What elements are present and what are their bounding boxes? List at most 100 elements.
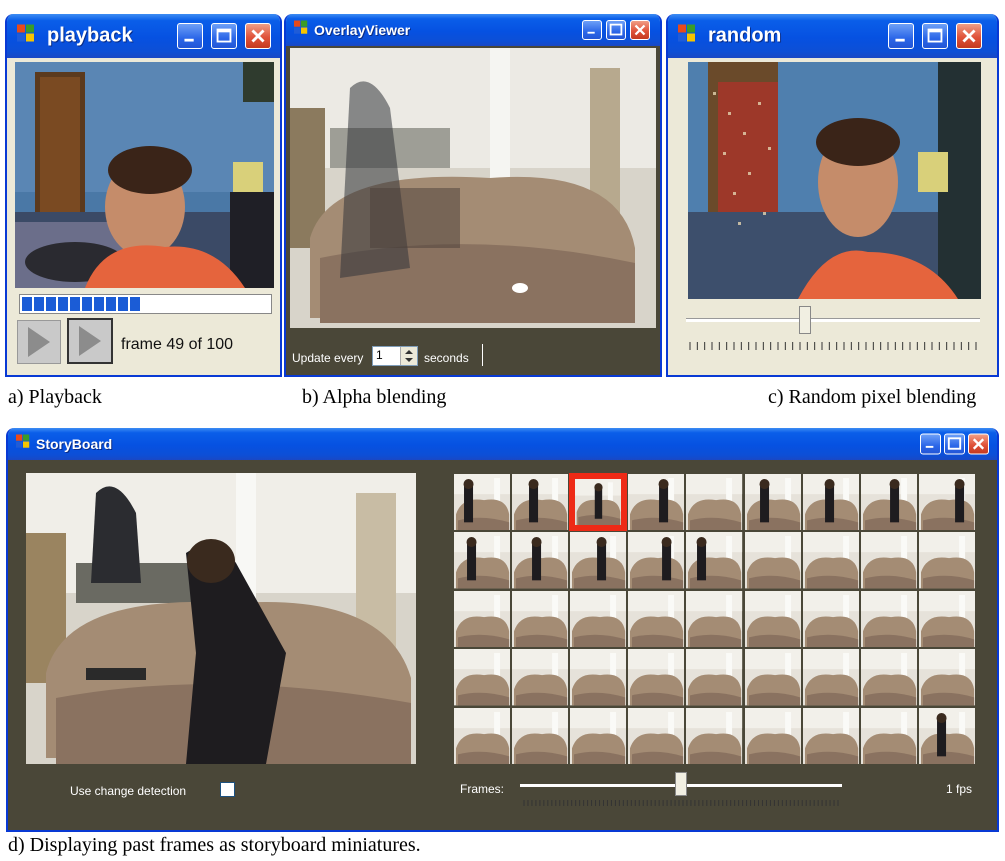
storyboard-thumbnail[interactable] [454,707,511,764]
storyboard-thumbnail[interactable] [570,532,627,589]
window-title: playback [47,24,133,47]
storyboard-thumbnail[interactable] [918,590,975,648]
caption-d: d) Displaying past frames as storyboard … [8,834,421,856]
storyboard-thumbnail[interactable] [454,474,511,531]
progress-block [82,297,92,311]
playback-titlebar[interactable]: playback [7,14,280,58]
minimize-button[interactable] [920,433,941,455]
frames-slider[interactable] [520,772,842,806]
slider-thumb[interactable] [799,306,811,334]
change-detection-label: Use change detection [70,784,187,798]
window-title: OverlayViewer [314,22,411,38]
progress-block [118,297,128,311]
storyboard-thumbnail[interactable] [512,474,569,531]
storyboard-thumbnail[interactable] [860,707,917,764]
minimize-button[interactable] [177,23,203,49]
storyboard-thumbnail[interactable] [918,532,975,589]
play-icon [28,327,50,357]
random-titlebar[interactable]: random [668,14,997,58]
storyboard-thumbnail[interactable] [512,649,569,706]
storyboard-thumbnail[interactable] [628,590,685,648]
storyboard-thumbnail[interactable] [454,590,511,648]
slider-track [686,318,980,322]
frame-counter: frame 49 of 100 [121,336,234,353]
storyboard-thumbnail[interactable] [570,649,627,706]
maximize-button[interactable] [944,433,965,455]
storyboard-thumbnail[interactable] [860,474,917,531]
slider-ticks [523,800,839,806]
close-button[interactable] [956,23,982,49]
maximize-button[interactable] [606,20,626,40]
storyboard-thumbnail[interactable] [628,707,685,764]
progress-bar [19,294,272,314]
minimize-button[interactable] [888,23,914,49]
overlay-client: Update every 1 seconds [286,46,660,375]
storyboard-thumbnail[interactable] [686,474,743,531]
maximize-button[interactable] [211,23,237,49]
storyboard-thumbnail[interactable] [802,532,859,589]
previous-frame-button[interactable] [17,320,61,364]
storyboard-titlebar[interactable]: StoryBoard [8,428,997,460]
storyboard-thumbnail[interactable] [628,649,685,706]
caption-c: c) Random pixel blending [768,386,977,408]
separator [482,344,483,366]
maximize-button[interactable] [922,23,948,49]
storyboard-thumbnail[interactable] [918,707,975,764]
storyboard-thumbnail[interactable] [802,474,859,531]
storyboard-thumbnail[interactable] [860,590,917,648]
storyboard-thumbnail[interactable] [686,590,743,648]
close-button[interactable] [630,20,650,40]
close-button[interactable] [245,23,271,49]
change-detection-checkbox[interactable] [220,782,235,797]
storyboard-thumbnail[interactable] [569,472,628,532]
storyboard-thumbnail[interactable] [744,707,801,764]
playback-window: playback frame 49 of 100 [5,14,282,377]
app-icon [17,24,35,48]
storyboard-thumbnail[interactable] [454,649,511,706]
update-interval-value[interactable]: 1 [376,348,383,362]
storyboard-thumbnail[interactable] [744,532,801,589]
storyboard-thumbnail[interactable] [918,474,975,531]
storyboard-thumbnail[interactable] [802,590,859,648]
storyboard-thumbnail[interactable] [454,532,511,589]
webcam-frame [15,62,274,288]
app-icon [294,20,308,40]
storyboard-thumbnail[interactable] [686,649,743,706]
storyboard-thumbnail[interactable] [860,532,917,589]
storyboard-thumbnail[interactable] [686,532,743,589]
next-frame-button[interactable] [67,318,113,364]
storyboard-thumbnail[interactable] [860,649,917,706]
current-frame [26,473,416,764]
caption-b: b) Alpha blending [302,386,447,408]
storyboard-thumbnail[interactable] [628,532,685,589]
close-button[interactable] [968,433,989,455]
storyboard-thumbnail[interactable] [802,707,859,764]
window-title: StoryBoard [36,436,113,452]
progress-block [106,297,116,311]
progress-block [130,297,140,311]
storyboard-thumbnail[interactable] [570,707,627,764]
random-blended-frame [688,62,981,299]
storyboard-thumbnail[interactable] [512,590,569,648]
thumbnail-grid [454,472,975,764]
storyboard-thumbnail[interactable] [918,649,975,706]
update-interval-spinner[interactable]: 1 [372,346,418,366]
minimize-button[interactable] [582,20,602,40]
blended-frame [290,48,656,328]
storyboard-thumbnail[interactable] [570,590,627,648]
storyboard-thumbnail[interactable] [744,590,801,648]
seconds-label: seconds [424,351,469,365]
random-window: random [666,14,999,377]
spinner-buttons[interactable] [400,347,417,365]
storyboard-thumbnail[interactable] [512,532,569,589]
progress-block [22,297,32,311]
storyboard-thumbnail[interactable] [686,707,743,764]
storyboard-thumbnail[interactable] [802,649,859,706]
storyboard-thumbnail[interactable] [744,474,801,531]
storyboard-thumbnail[interactable] [628,474,685,531]
storyboard-thumbnail[interactable] [744,649,801,706]
slider-thumb[interactable] [675,772,687,796]
blend-slider[interactable] [686,304,980,354]
storyboard-thumbnail[interactable] [512,707,569,764]
overlay-titlebar[interactable]: OverlayViewer [286,14,660,46]
